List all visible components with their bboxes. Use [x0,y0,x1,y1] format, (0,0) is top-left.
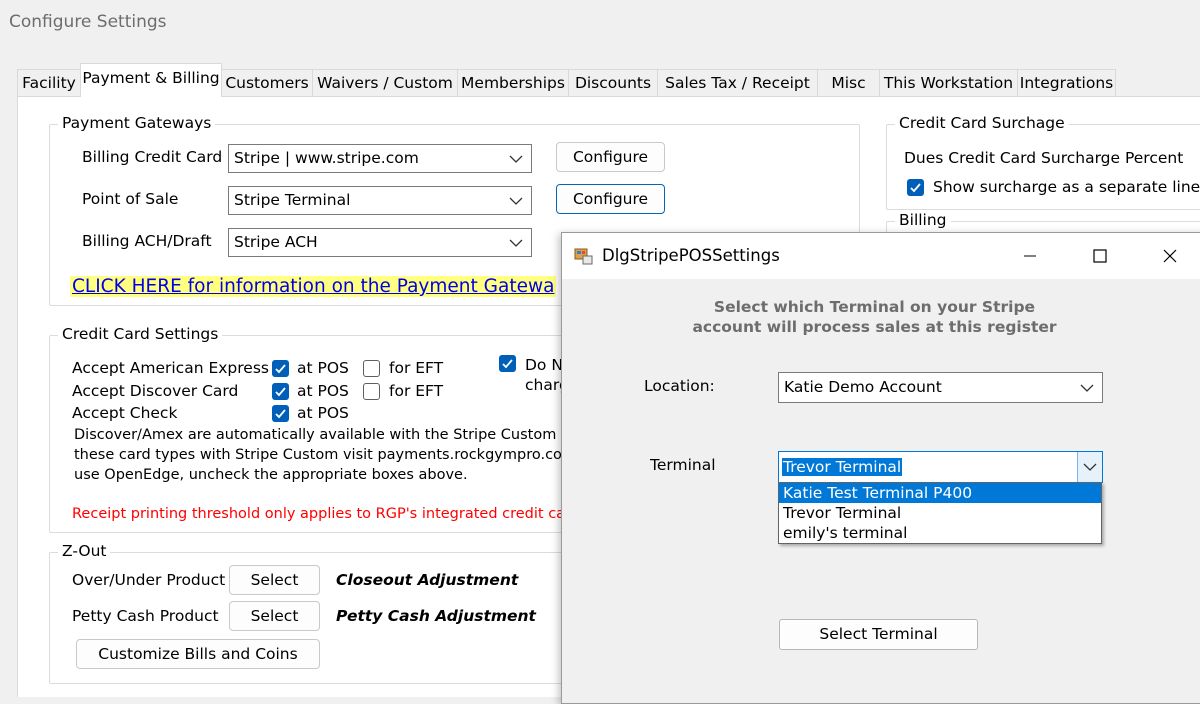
billing-cc-select[interactable]: Stripe | www.stripe.com [228,144,532,173]
discover-eft-label: for EFT [389,382,444,400]
terminal-option[interactable]: Trevor Terminal [779,503,1101,523]
checkmark-icon [275,409,286,419]
tab-this-workstation[interactable]: This Workstation [879,69,1018,96]
terminal-dropdown-toggle[interactable] [1077,452,1102,482]
do-n-checkbox[interactable] [499,355,516,372]
credit-card-settings-legend: Credit Card Settings [58,325,223,343]
select-terminal-button[interactable]: Select Terminal [779,619,978,650]
dialog-instruction: Select which Terminal on your Stripe acc… [692,298,1057,336]
configure-billing-cc-button[interactable]: Configure [556,142,665,172]
tab-sales-tax-receipt[interactable]: Sales Tax / Receipt [657,69,818,96]
chevron-down-icon [509,197,523,205]
petty-cash-select-button[interactable]: Select [229,601,320,631]
dialog-titlebar: DlgStripePOSSettings [562,233,1200,279]
dues-surcharge-label: Dues Credit Card Surcharge Percent [904,149,1184,167]
pos-gateway-value: Stripe Terminal [234,191,351,209]
amex-label: Accept American Express [72,359,269,377]
tab-misc[interactable]: Misc [817,69,880,96]
pos-gateway-select[interactable]: Stripe Terminal [228,186,532,215]
receipt-threshold-note: Receipt printing threshold only applies … [72,506,580,522]
customize-bills-coins-button[interactable]: Customize Bills and Coins [76,639,320,669]
show-surcharge-checkbox[interactable] [907,179,924,196]
surcharge-legend: Credit Card Surchage [895,114,1069,132]
close-button[interactable] [1147,233,1193,279]
amex-pos-checkbox[interactable] [272,360,289,377]
tab-discounts[interactable]: Discounts [568,69,658,96]
minimize-button[interactable] [1008,233,1054,279]
checkmark-icon [502,359,513,369]
over-under-label: Over/Under Product [72,571,226,589]
terminal-select[interactable]: Trevor Terminal [778,451,1103,483]
petty-cash-label: Petty Cash Product [72,607,219,625]
chevron-down-icon [1080,384,1094,392]
maximize-icon [1093,249,1107,263]
chevron-down-icon [509,155,523,163]
over-under-select-button[interactable]: Select [229,565,320,595]
billing-cc-label: Billing Credit Card [82,148,223,166]
location-value: Katie Demo Account [784,378,942,396]
petty-cash-adjustment-value: Petty Cash Adjustment [336,607,536,625]
billing-legend: Billing [895,211,951,229]
checkmark-icon [275,364,286,374]
configure-pos-button[interactable]: Configure [556,184,665,214]
amex-pos-label: at POS [297,359,349,377]
window-title: Configure Settings [9,12,167,32]
billing-cc-value: Stripe | www.stripe.com [234,149,419,167]
amex-eft-checkbox[interactable] [363,360,380,377]
discover-label: Accept Discover Card [72,382,239,400]
location-label: Location: [644,377,715,395]
tab-integrations[interactable]: Integrations [1017,69,1116,96]
stripe-pos-settings-dialog: DlgStripePOSSettings Select which Termin… [561,232,1200,704]
checkmark-icon [910,183,921,193]
chevron-down-icon [1083,463,1097,471]
terminal-dropdown-list: Katie Test Terminal P400 Trevor Terminal… [778,482,1102,544]
terminal-value: Trevor Terminal [782,458,903,476]
check-pos-checkbox[interactable] [272,405,289,422]
pos-label: Point of Sale [82,190,179,208]
terminal-option[interactable]: Katie Test Terminal P400 [779,483,1101,503]
payment-gateways-legend: Payment Gateways [58,114,216,132]
show-surcharge-label: Show surcharge as a separate line iter [933,178,1200,196]
discover-eft-checkbox[interactable] [363,383,380,400]
tab-customers[interactable]: Customers [221,69,313,96]
maximize-button[interactable] [1077,233,1123,279]
ach-label: Billing ACH/Draft [82,232,212,250]
discover-pos-checkbox[interactable] [272,383,289,400]
close-icon [1163,249,1177,263]
check-label: Accept Check [72,404,178,422]
tab-facility[interactable]: Facility [17,69,81,96]
payment-gateway-info-link[interactable]: CLICK HERE for information on the Paymen… [70,276,557,297]
tab-payment-billing[interactable]: Payment & Billing [80,63,222,97]
surcharge-group: Credit Card Surchage [886,114,1200,210]
chevron-down-icon [509,239,523,247]
ach-select[interactable]: Stripe ACH [228,228,532,257]
amex-eft-label: for EFT [389,359,444,377]
do-n-label-line1: Do N [525,356,563,374]
tab-memberships[interactable]: Memberships [457,69,569,96]
terminal-label: Terminal [650,456,716,474]
location-select[interactable]: Katie Demo Account [778,372,1103,403]
app-icon [574,248,593,265]
checkmark-icon [275,387,286,397]
cc-note-line2: these card types with Stripe Custom visi… [74,447,590,463]
discover-pos-label: at POS [297,382,349,400]
ach-value: Stripe ACH [234,233,318,251]
tab-waivers-custom[interactable]: Waivers / Custom [312,69,458,96]
minimize-icon [1024,255,1036,257]
cc-note-line1: Discover/Amex are automatically availabl… [74,427,589,443]
terminal-option[interactable]: emily's terminal [779,523,1101,543]
check-pos-label: at POS [297,404,349,422]
closeout-adjustment-value: Closeout Adjustment [336,571,519,589]
cc-note-line3: use OpenEdge, uncheck the appropriate bo… [74,467,468,483]
dialog-title: DlgStripePOSSettings [602,246,780,265]
z-out-legend: Z-Out [58,542,111,560]
